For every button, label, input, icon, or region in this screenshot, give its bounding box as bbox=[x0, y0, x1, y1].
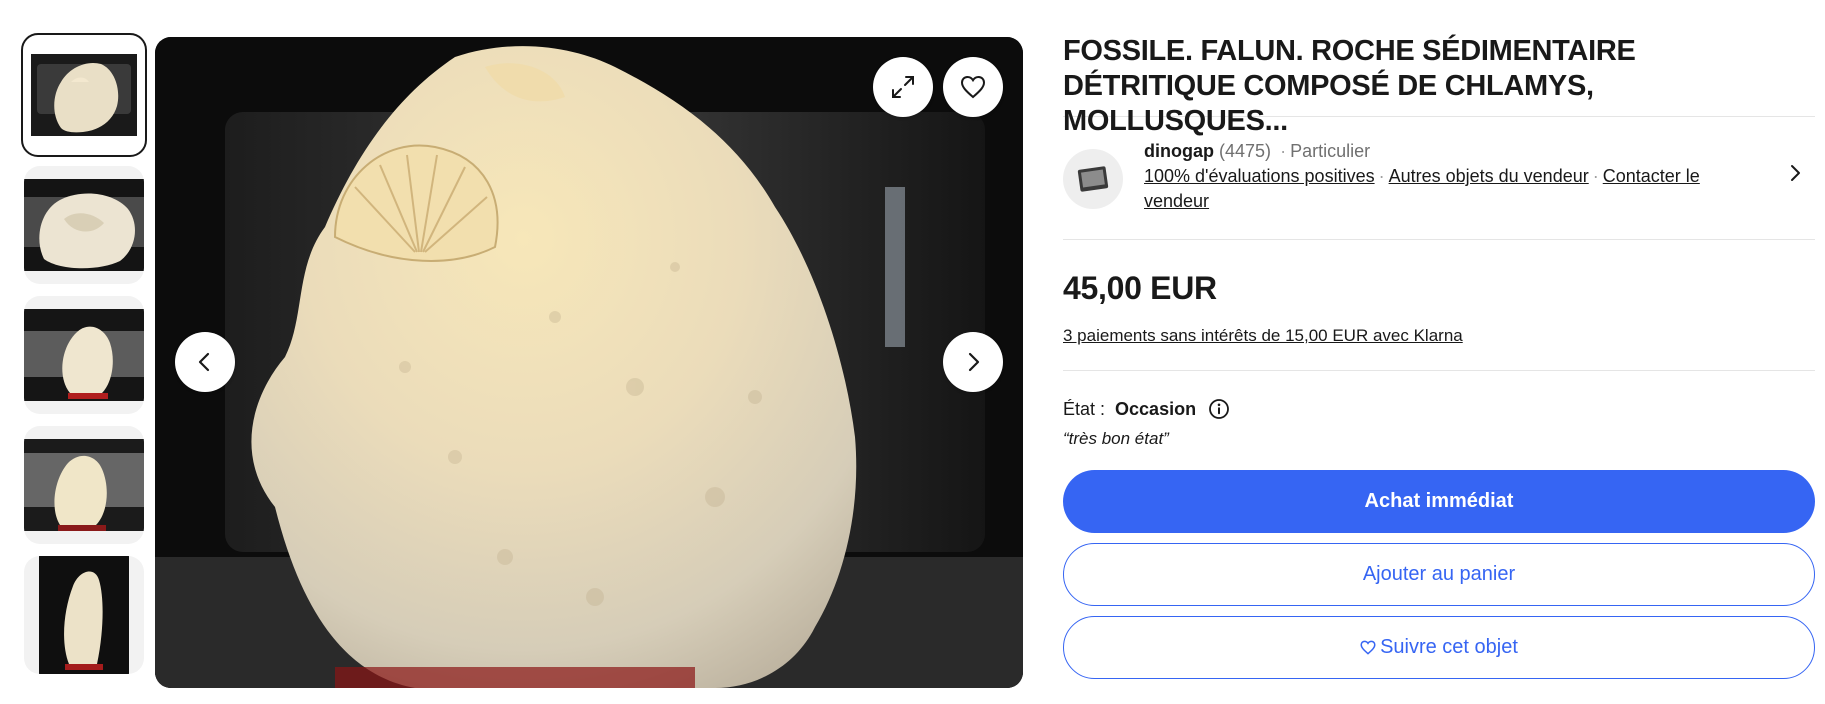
chevron-right-icon bbox=[968, 352, 980, 372]
seller-avatar[interactable] bbox=[1063, 149, 1123, 209]
add-to-cart-button[interactable]: Ajouter au panier bbox=[1063, 543, 1815, 606]
thumbnail-1[interactable] bbox=[21, 33, 147, 157]
buy-now-button[interactable]: Achat immédiat bbox=[1063, 470, 1815, 533]
favorite-button[interactable] bbox=[943, 57, 1003, 117]
thumbnail-5[interactable] bbox=[24, 556, 144, 674]
condition-block: État : Occasion “très bon état” bbox=[1063, 371, 1815, 449]
next-image-button[interactable] bbox=[943, 332, 1003, 392]
thumbnail-image bbox=[24, 439, 144, 531]
watch-item-button[interactable]: Suivre cet objet bbox=[1063, 616, 1815, 679]
item-title: FOSSILE. FALUN. ROCHE SÉDIMENTAIRE DÉTRI… bbox=[1063, 35, 1636, 137]
seller-card[interactable]: dinogap (4475) · Particulier 100% d'évalu… bbox=[1063, 117, 1815, 239]
watch-item-label: Suivre cet objet bbox=[1380, 636, 1518, 658]
heart-icon bbox=[1360, 640, 1376, 655]
condition-note: “très bon état” bbox=[1063, 429, 1169, 448]
info-icon[interactable] bbox=[1208, 398, 1230, 420]
seller-positive-feedback-link[interactable]: 100% d'évaluations positives bbox=[1144, 166, 1375, 186]
seller-feedback-count: (4475) bbox=[1219, 141, 1272, 161]
thumbnail-image bbox=[24, 179, 144, 271]
thumbnail-4[interactable] bbox=[24, 426, 144, 544]
main-product-image[interactable] bbox=[155, 37, 1023, 688]
condition-value: Occasion bbox=[1115, 398, 1197, 419]
heart-icon bbox=[960, 75, 986, 99]
thumbnail-3[interactable] bbox=[24, 296, 144, 414]
seller-info: dinogap (4475) · Particulier 100% d'évalu… bbox=[1144, 139, 1744, 214]
chevron-right-icon[interactable] bbox=[1783, 161, 1807, 185]
fossil-photo bbox=[155, 37, 1023, 688]
separator-dot: · bbox=[1378, 166, 1385, 186]
photo-placeholder-icon bbox=[1077, 166, 1109, 192]
price-block: 45,00 EUR 3 paiements sans intérêts de 1… bbox=[1063, 240, 1815, 370]
seller-other-items-link[interactable]: Autres objets du vendeur bbox=[1389, 166, 1589, 186]
thumbnail-image bbox=[24, 309, 144, 401]
item-price: 45,00 EUR bbox=[1063, 270, 1217, 306]
seller-type: Particulier bbox=[1290, 141, 1371, 161]
item-details-panel: FOSSILE. FALUN. ROCHE SÉDIMENTAIRE DÉTRI… bbox=[1063, 34, 1815, 679]
separator-dot: · bbox=[1280, 141, 1287, 161]
chevron-left-icon bbox=[198, 352, 210, 372]
expand-icon bbox=[892, 76, 914, 98]
separator-dot: · bbox=[1592, 166, 1599, 186]
thumbnail-image bbox=[31, 54, 137, 136]
klarna-installments-link[interactable]: 3 paiements sans intérêts de 15,00 EUR a… bbox=[1063, 326, 1463, 346]
thumbnail-image bbox=[39, 556, 129, 674]
thumbnail-strip bbox=[21, 33, 147, 686]
previous-image-button[interactable] bbox=[175, 332, 235, 392]
thumbnail-2[interactable] bbox=[24, 166, 144, 284]
seller-name[interactable]: dinogap bbox=[1144, 141, 1214, 161]
expand-button[interactable] bbox=[873, 57, 933, 117]
condition-label: État : bbox=[1063, 398, 1106, 419]
